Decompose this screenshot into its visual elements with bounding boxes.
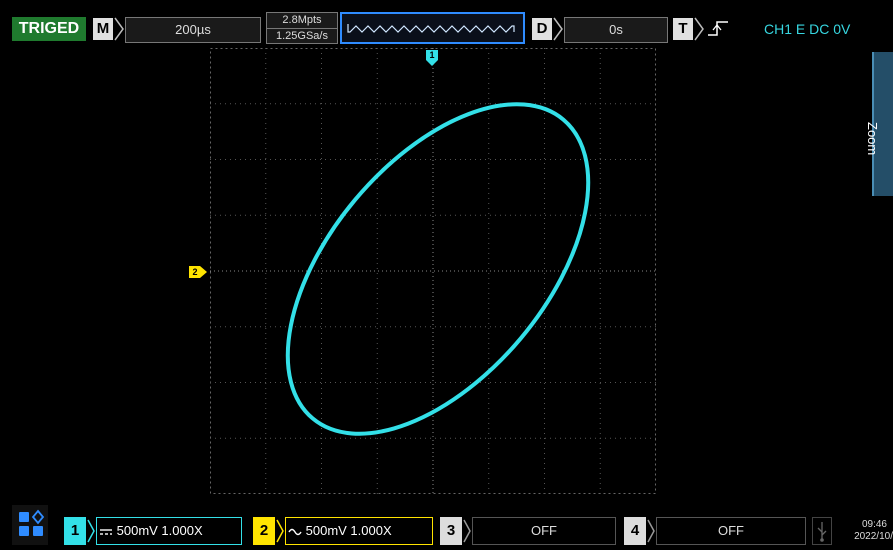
chevron-right-icon: [463, 519, 471, 543]
timebase-label[interactable]: M: [93, 18, 113, 40]
usb-status: [812, 517, 832, 545]
waveform-overview-icon: [347, 24, 515, 33]
usb-icon: [817, 522, 827, 542]
chevron-right-icon: [694, 17, 704, 41]
waveform-display[interactable]: [210, 48, 656, 494]
trigger-info[interactable]: CH1 E DC 0V: [764, 16, 884, 42]
ac-coupling-icon: [288, 528, 302, 535]
zoom-tab-label: Zoom: [865, 122, 880, 156]
xy-lissajous-trace: [285, 102, 591, 436]
ch2-marker-label: 2: [192, 267, 198, 277]
channel-1-setting[interactable]: 500mV 1.000X: [96, 517, 242, 545]
channel-3-number[interactable]: 3: [440, 517, 462, 545]
trigger-marker-label: 1: [429, 50, 435, 60]
delay-value[interactable]: 0s: [564, 17, 668, 43]
rising-edge-icon: [708, 21, 728, 36]
channel-1-number[interactable]: 1: [64, 517, 86, 545]
trigger-status-badge: TRIGED: [12, 17, 86, 41]
trigger-label[interactable]: T: [673, 18, 693, 40]
graticule: [210, 48, 656, 494]
apps-menu-button[interactable]: [12, 505, 48, 545]
acquisition-info[interactable]: 2.8Mpts 1.25GSa/s: [266, 12, 338, 44]
channel-4-setting[interactable]: OFF: [656, 517, 806, 545]
channel-2-scale: 500mV 1.000X: [305, 523, 392, 538]
memory-depth: 2.8Mpts: [267, 13, 337, 29]
clock: 09:46 2022/10/: [834, 517, 893, 545]
clock-time: 09:46: [861, 519, 887, 530]
waveform-overview[interactable]: [340, 12, 525, 44]
clock-date: 2022/10/: [854, 531, 893, 542]
dc-coupling-icon: [100, 528, 112, 535]
timebase-value[interactable]: 200µs: [125, 17, 261, 43]
delay-label[interactable]: D: [532, 18, 552, 40]
channel-3-setting[interactable]: OFF: [472, 517, 616, 545]
zoom-tab[interactable]: Zoom: [865, 52, 893, 196]
chevron-right-icon: [276, 519, 284, 543]
chevron-right-icon: [87, 519, 95, 543]
sample-rate: 1.25GSa/s: [276, 30, 328, 42]
chevron-right-icon: [553, 17, 563, 41]
chevron-right-icon: [114, 17, 124, 41]
channel-2-number[interactable]: 2: [253, 517, 275, 545]
channel-2-setting[interactable]: 500mV 1.000X: [285, 517, 433, 545]
apps-grid-icon: [19, 509, 45, 536]
channel-4-number[interactable]: 4: [624, 517, 646, 545]
chevron-right-icon: [647, 519, 655, 543]
channel-1-scale: 500mV 1.000X: [116, 523, 203, 538]
